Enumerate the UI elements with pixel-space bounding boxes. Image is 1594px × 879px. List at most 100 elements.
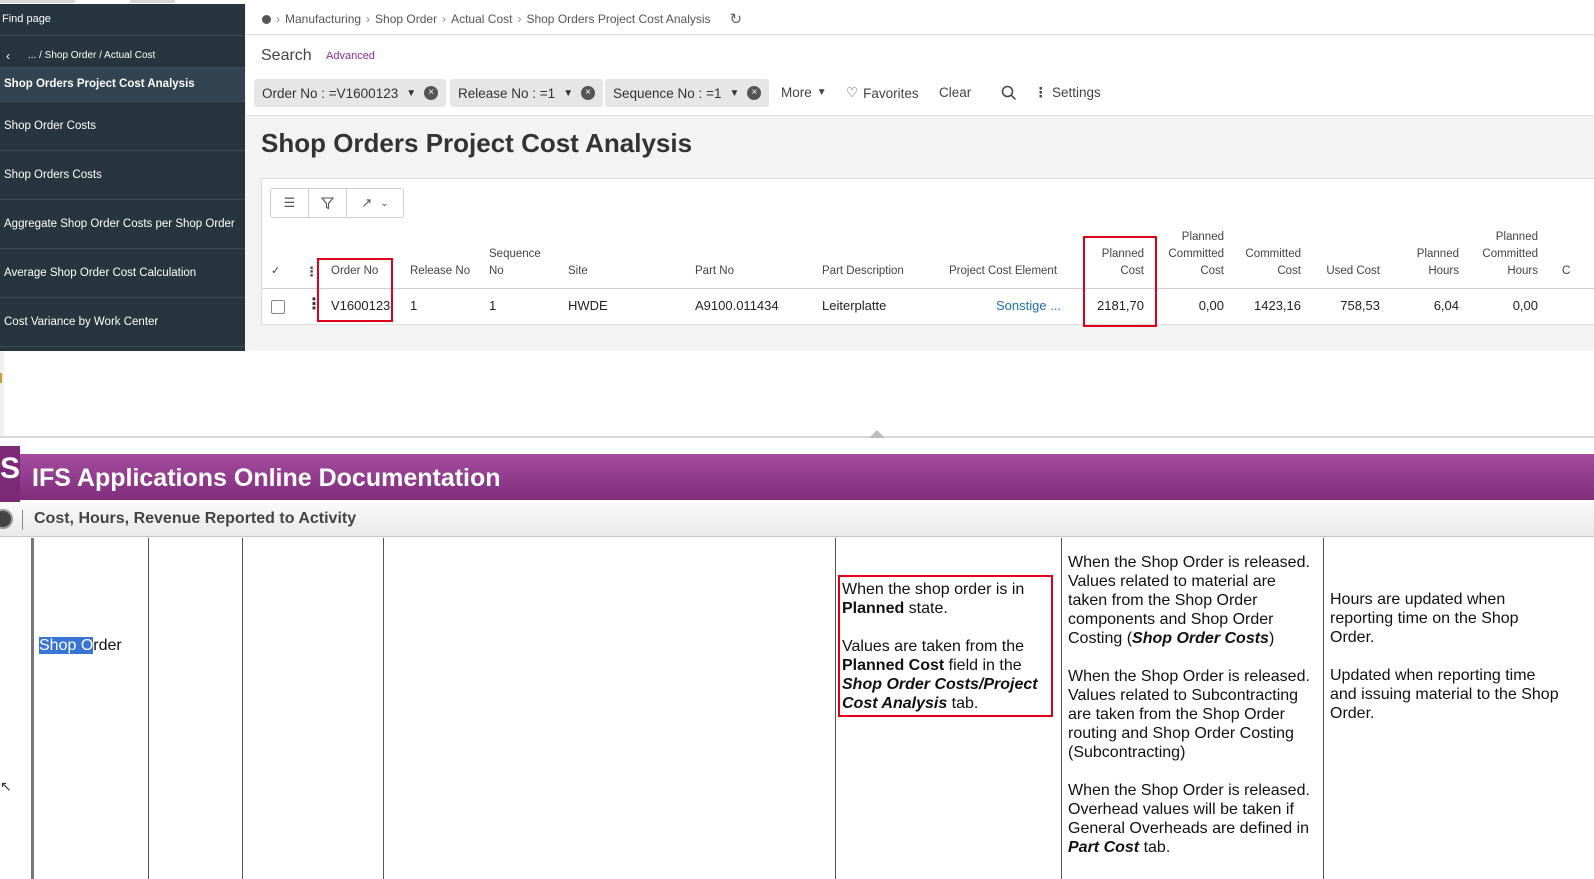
heart-icon: ♡ xyxy=(846,85,859,100)
doc-spacer xyxy=(1068,762,1318,781)
doc-line: General Overheads are defined in xyxy=(1068,820,1310,837)
pane-edge xyxy=(0,351,4,436)
sidebar-item-cost-variance[interactable]: Cost Variance by Work Center xyxy=(0,298,245,347)
col-header-planned-hours[interactable]: Planned Hours xyxy=(1395,246,1459,280)
caret-down-icon: ▼ xyxy=(816,87,827,98)
chevron-down-icon: ⌄ xyxy=(380,197,389,209)
row-select-checkbox[interactable] xyxy=(271,300,285,314)
cell-used-cost: 758,53 xyxy=(1340,298,1380,313)
export-button[interactable]: ↗ ⌄ xyxy=(347,189,403,217)
remove-filter-icon[interactable]: × xyxy=(747,86,762,100)
chevron-right-icon: › xyxy=(276,12,280,26)
pane-splitter[interactable] xyxy=(0,436,1594,438)
mouse-pointer-icon: ↖ xyxy=(0,778,12,794)
cell-part-description: Leiterplatte xyxy=(822,298,887,313)
caret-down-icon[interactable]: ▼ xyxy=(729,88,739,99)
cell-part-no: A9100.011434 xyxy=(695,298,779,313)
caret-down-icon[interactable]: ▼ xyxy=(406,88,416,99)
cell-planned-hours: 6,04 xyxy=(1433,298,1459,313)
settings-button[interactable]: Settings xyxy=(1052,85,1101,100)
doc-line: Hours are updated when xyxy=(1330,591,1506,608)
breadcrumb-current: Shop Orders Project Cost Analysis xyxy=(526,12,711,26)
more-filters-button[interactable]: More ▼ xyxy=(781,85,827,100)
filter-button[interactable] xyxy=(309,189,347,217)
doc-line: Overhead values will be taken if xyxy=(1068,801,1294,818)
header-line: Cost xyxy=(1277,265,1301,277)
selected-text: Shop O xyxy=(39,637,94,654)
cell-project-cost-element[interactable]: Sonstige ... xyxy=(996,298,1061,313)
doc-line: Costing (Shop Order Costs) xyxy=(1068,629,1318,648)
col-header-planned-committed-cost[interactable]: Planned Committed Cost xyxy=(1160,229,1224,280)
doc-spacer xyxy=(1330,647,1592,666)
sidebar-item-aggregate-costs[interactable]: Aggregate Shop Order Costs per Shop Orde… xyxy=(0,200,245,249)
clear-button[interactable]: Clear xyxy=(939,85,971,100)
cell-site: HWDE xyxy=(568,298,608,313)
col-header-committed-cost[interactable]: Committed Cost xyxy=(1237,246,1301,280)
clear-label: Clear xyxy=(939,85,972,100)
select-all-check-icon[interactable]: ✓ xyxy=(271,263,280,280)
results-grid: ☰ ↗ ⌄ ✓ ⋮ Order No Release No Sequence No… xyxy=(261,178,1594,327)
kebab-menu-icon[interactable]: ⋮ xyxy=(1034,85,1048,101)
more-label: More xyxy=(781,85,812,100)
table-row[interactable]: ⋮ V1600123 1 1 HWDE A9100.011434 Leiterp… xyxy=(262,290,1594,324)
find-page-field[interactable]: Find page xyxy=(0,4,245,36)
advanced-search-link[interactable]: Advanced xyxy=(326,50,375,62)
settings-label: Settings xyxy=(1052,85,1101,100)
blank-pane xyxy=(0,351,1594,436)
sidebar-item-shop-order-costs[interactable]: Shop Order Costs xyxy=(0,102,245,151)
filter-chip-sequence-no[interactable]: Sequence No : =1 ▼ × xyxy=(605,79,770,107)
search-button[interactable] xyxy=(1001,85,1017,101)
col-header-project-cost-element[interactable]: Project Cost Element xyxy=(949,263,1057,280)
splitter-arrow-icon[interactable] xyxy=(869,430,885,438)
col-header-sequence-no[interactable]: Sequence No xyxy=(489,246,541,280)
remove-filter-icon[interactable]: × xyxy=(581,86,596,100)
sidebar-item-label: Cost Variance by Work Center xyxy=(4,316,159,328)
col-header-used-cost[interactable]: Used Cost xyxy=(1316,263,1380,280)
search-icon xyxy=(1001,85,1017,101)
col-header-part-description[interactable]: Part Description xyxy=(822,263,904,280)
sidebar-item-label: Shop Orders Costs xyxy=(4,169,102,181)
sidebar-item-current[interactable]: Shop Orders Project Cost Analysis xyxy=(0,68,245,102)
chevron-right-icon: › xyxy=(366,12,371,26)
sidebar-back-breadcrumb[interactable]: ‹ ... / Shop Order / Actual Cost xyxy=(0,36,245,68)
remove-filter-icon[interactable]: × xyxy=(424,86,439,100)
col-header-release-no[interactable]: Release No xyxy=(410,263,470,280)
breadcrumb-shop-order[interactable]: Shop Order xyxy=(375,12,437,26)
doc-line: taken from the Shop Order xyxy=(1068,592,1258,609)
doc-bold-italic: Part Cost xyxy=(1068,839,1140,856)
search-panel: Search Advanced Order No : =V1600123 ▼ ×… xyxy=(246,36,1594,116)
filter-chip-release-no[interactable]: Release No : =1 ▼ × xyxy=(450,79,604,107)
favorites-button[interactable]: ♡ Favorites xyxy=(846,85,919,101)
highlight-box-planned-cost xyxy=(1083,236,1157,327)
table-divider xyxy=(1061,538,1062,879)
breadcrumb-manufacturing[interactable]: Manufacturing xyxy=(285,12,361,26)
sidebar-item-average-cost[interactable]: Average Shop Order Cost Calculation xyxy=(0,249,245,298)
header-line: Committed xyxy=(1245,248,1301,260)
header-line: Sequence xyxy=(489,248,541,260)
caret-down-icon[interactable]: ▼ xyxy=(563,88,573,99)
col-header-site[interactable]: Site xyxy=(568,263,588,280)
breadcrumb-actual-cost[interactable]: Actual Cost xyxy=(451,12,512,26)
doc-span: tab. xyxy=(1139,839,1171,856)
doc-line: routing and Shop Order Costing xyxy=(1068,725,1294,742)
filter-chip-order-no[interactable]: Order No : =V1600123 ▼ × xyxy=(254,79,447,107)
list-view-button[interactable]: ☰ xyxy=(271,189,309,217)
sidebar-item-shop-orders-costs[interactable]: Shop Orders Costs xyxy=(0,151,245,200)
row-label-rest: rder xyxy=(93,637,122,654)
doc-line: When the Shop Order is released. xyxy=(1068,782,1310,799)
cell-planned-committed-hours: 0,00 xyxy=(1512,298,1538,313)
refresh-icon[interactable]: ↻ xyxy=(730,10,743,28)
sidebar-item-label: Shop Orders Project Cost Analysis xyxy=(4,78,195,90)
filter-chip-label: Sequence No : =1 xyxy=(613,85,722,101)
header-line: Hours xyxy=(1428,265,1459,277)
doc-line: Updated when reporting time xyxy=(1330,667,1536,684)
breadcrumb: › Manufacturing › Shop Order › Actual Co… xyxy=(246,4,1594,35)
doc-bold-italic: Shop Order Costs xyxy=(1132,630,1269,647)
col-header-planned-committed-hours[interactable]: Planned Committed Hours xyxy=(1474,229,1538,280)
table-divider xyxy=(835,538,836,879)
home-icon[interactable] xyxy=(262,14,271,24)
col-header-part-no[interactable]: Part No xyxy=(695,263,734,280)
header-line: Planned xyxy=(1495,231,1538,243)
tab-indicator xyxy=(130,0,175,3)
col-header-cut-off[interactable]: C xyxy=(1562,263,1570,280)
